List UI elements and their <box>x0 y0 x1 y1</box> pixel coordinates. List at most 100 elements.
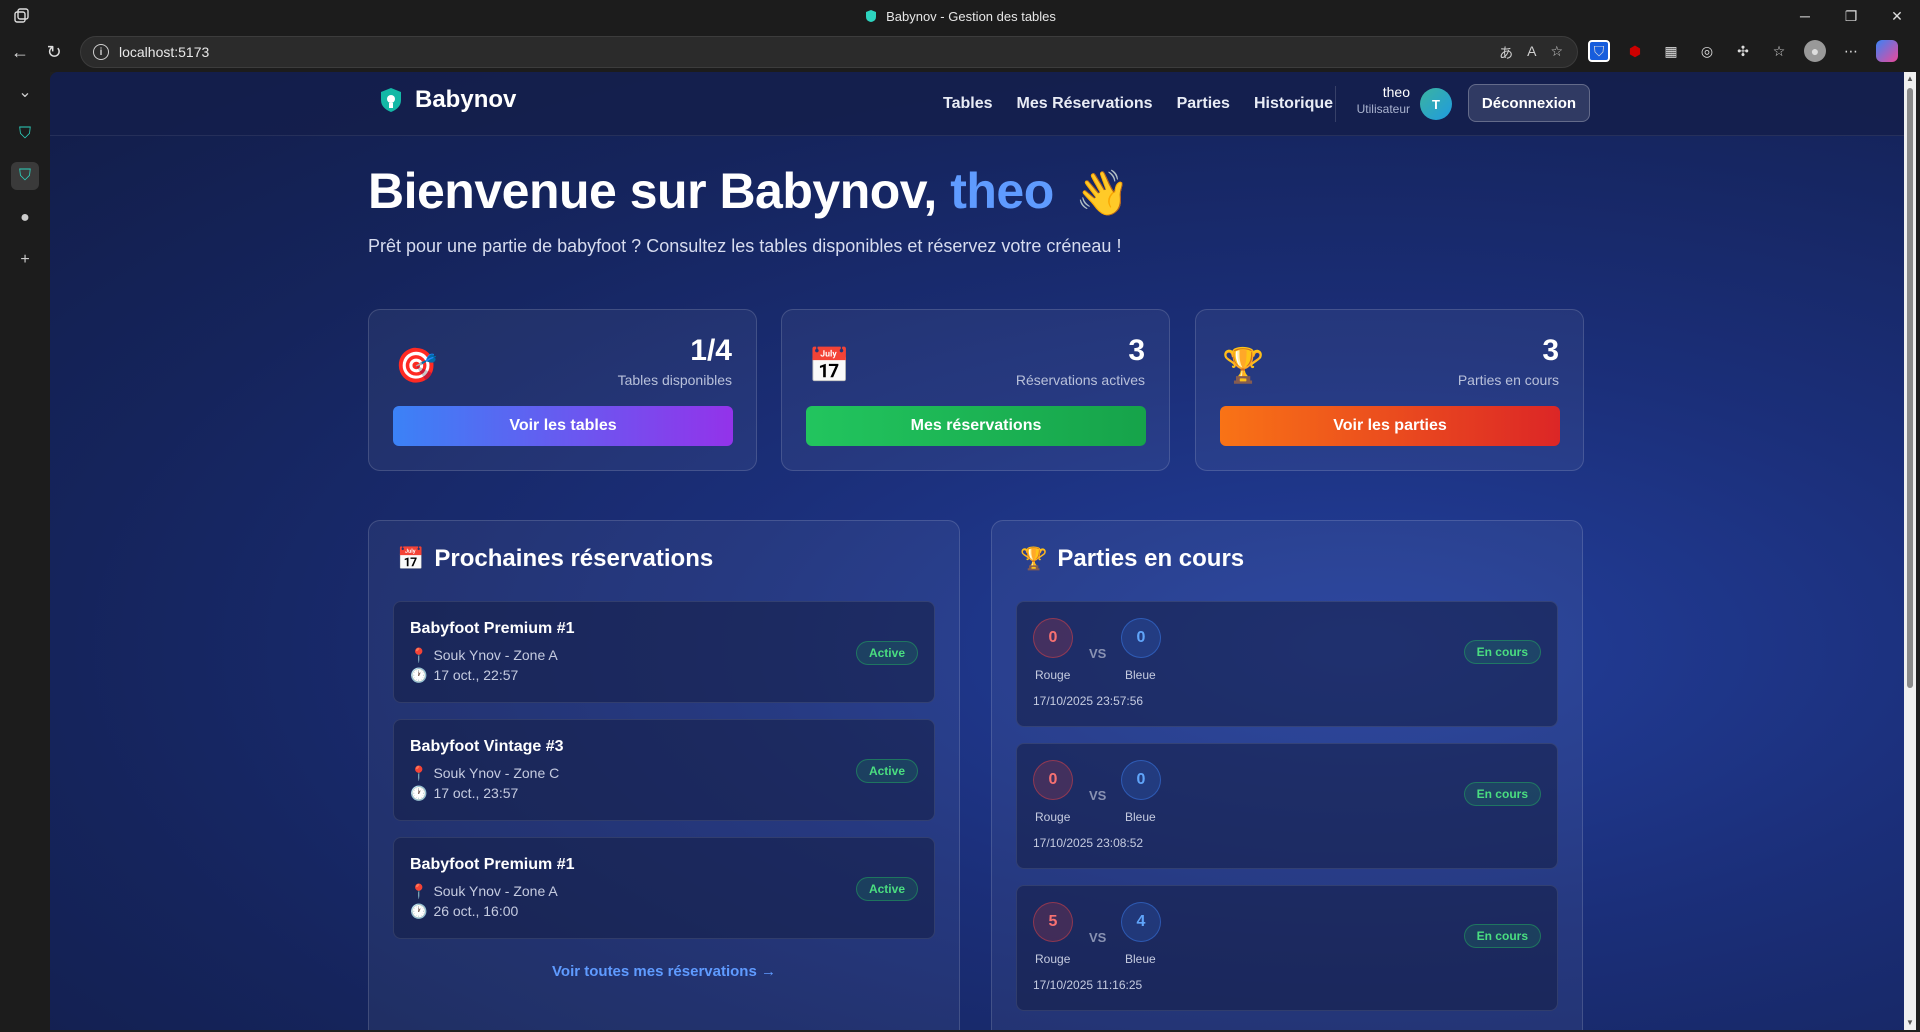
extension-icon[interactable]: ▦ <box>1660 40 1682 62</box>
url-field[interactable]: i localhost:5173 あ A ☆ <box>80 36 1578 68</box>
more-icon[interactable]: ⋯ <box>1840 40 1862 62</box>
status-badge: En cours <box>1463 924 1541 948</box>
view-games-button[interactable]: Voir les parties <box>1220 406 1560 446</box>
blue-team-label: Bleue <box>1125 952 1156 966</box>
back-icon[interactable]: ← <box>2 34 38 70</box>
red-team-label: Rouge <box>1035 668 1071 682</box>
table-name: Babyfoot Premium #1 <box>410 620 575 637</box>
scrollbar-thumb[interactable] <box>1907 88 1913 688</box>
pin-icon: 📍 <box>410 883 428 899</box>
blue-score: 4 <box>1121 902 1161 942</box>
stat-card-reservations: 📅 3 Réservations actives Mes réservation… <box>781 309 1170 471</box>
edge-copilot-icon[interactable] <box>1876 40 1898 62</box>
copilot-icon[interactable]: ◎ <box>1696 40 1718 62</box>
read-aloud-icon[interactable]: A <box>1527 43 1536 63</box>
profile-icon[interactable]: ● <box>1804 40 1826 62</box>
user-name: theo <box>1382 84 1410 100</box>
location-text: Souk Ynov - Zone A <box>433 883 558 899</box>
favorite-star-icon[interactable]: ☆ <box>1550 43 1563 63</box>
list-item[interactable]: Babyfoot Premium #1 📍 Souk Ynov - Zone A … <box>393 837 935 939</box>
list-item[interactable]: Babyfoot Premium #1 📍 Souk Ynov - Zone A … <box>393 601 935 703</box>
nav-divider <box>1335 86 1336 122</box>
ublock-icon[interactable]: ⬢ <box>1624 40 1646 62</box>
user-info: theo Utilisateur <box>1350 84 1410 116</box>
refresh-icon[interactable]: ↻ <box>36 34 72 70</box>
minimize-icon[interactable]: ─ <box>1782 0 1828 32</box>
red-team-label: Rouge <box>1035 810 1071 824</box>
location: 📍 Souk Ynov - Zone A <box>410 647 558 664</box>
status-badge: Active <box>855 641 918 665</box>
see-all-reservations-link[interactable]: Voir toutes mes réservations → <box>369 963 959 980</box>
clock-icon: 🕐 <box>410 785 428 801</box>
workspaces-icon[interactable] <box>12 7 30 25</box>
target-icon: 🎯 <box>395 347 438 385</box>
browser-sidebar: ⌄ ⛉ ⛉ ● + <box>0 72 50 1032</box>
view-tables-button[interactable]: Voir les tables <box>393 406 733 446</box>
list-item[interactable]: Babyfoot Vintage #3 📍 Souk Ynov - Zone C … <box>393 719 935 821</box>
calendar-icon: 📅 <box>808 347 851 385</box>
scroll-down-icon[interactable]: ▼ <box>1904 1016 1916 1030</box>
calendar-icon: 📅 <box>397 546 425 571</box>
github-icon[interactable]: ● <box>11 204 39 232</box>
panel-title: 📅 Prochaines réservations <box>397 545 713 573</box>
nav-parties[interactable]: Parties <box>1177 95 1230 113</box>
red-score: 0 <box>1033 760 1073 800</box>
babynov-favicon-icon <box>866 10 877 22</box>
status-badge: En cours <box>1463 640 1541 664</box>
pin-icon: 📍 <box>410 765 428 781</box>
list-item[interactable]: 5 VS 4 Rouge Bleue 17/10/2025 11:16:25 E… <box>1016 885 1558 1011</box>
site-info-icon[interactable]: i <box>93 44 109 60</box>
collapse-chevron-icon[interactable]: ⌄ <box>11 78 39 106</box>
page-scrollbar[interactable]: ▲ ▼ <box>1904 72 1916 1030</box>
table-name: Babyfoot Premium #1 <box>410 856 575 873</box>
page-subtitle: Prêt pour une partie de babyfoot ? Consu… <box>368 236 1122 256</box>
status-badge: Active <box>855 877 918 901</box>
main-nav: Tables Mes Réservations Parties Historiq… <box>943 72 1333 136</box>
list-item[interactable]: 0 VS 0 Rouge Bleue 17/10/2025 23:57:56 E… <box>1016 601 1558 727</box>
games-panel: 🏆 Parties en cours 0 VS 0 Rouge Bleue 17… <box>991 520 1583 1030</box>
vs-label: VS <box>1089 646 1107 661</box>
stat-label: Parties en cours <box>1457 372 1559 388</box>
extensions-icon[interactable]: ✣ <box>1732 40 1754 62</box>
favorites-icon[interactable]: ☆ <box>1768 40 1790 62</box>
nav-mes-reservations[interactable]: Mes Réservations <box>1017 95 1153 113</box>
close-icon[interactable]: ✕ <box>1874 0 1920 32</box>
stat-card-games: 🏆 3 Parties en cours Voir les parties <box>1195 309 1584 471</box>
nav-historique[interactable]: Historique <box>1254 95 1333 113</box>
time-text: 17 oct., 22:57 <box>433 667 519 683</box>
time: 🕐 26 oct., 16:00 <box>410 903 518 920</box>
location: 📍 Souk Ynov - Zone A <box>410 883 558 900</box>
translate-icon[interactable]: あ <box>1499 43 1513 63</box>
trophy-icon: 🏆 <box>1222 347 1265 385</box>
my-reservations-button[interactable]: Mes réservations <box>806 406 1146 446</box>
stat-label: Tables disponibles <box>617 372 732 388</box>
vs-label: VS <box>1089 788 1107 803</box>
brand[interactable]: Babynov <box>377 86 516 114</box>
list-item[interactable]: 0 VS 0 Rouge Bleue 17/10/2025 23:08:52 E… <box>1016 743 1558 869</box>
avatar[interactable]: T <box>1420 88 1452 120</box>
game-date: 17/10/2025 23:57:56 <box>1033 694 1144 708</box>
new-tab-plus-icon[interactable]: + <box>11 246 39 274</box>
logout-button[interactable]: Déconnexion <box>1468 84 1590 122</box>
blue-score: 0 <box>1121 760 1161 800</box>
game-date: 17/10/2025 23:08:52 <box>1033 836 1144 850</box>
scroll-up-icon[interactable]: ▲ <box>1904 72 1916 86</box>
title-username: theo <box>950 163 1054 219</box>
restore-icon[interactable]: ❐ <box>1828 0 1874 32</box>
nav-tables[interactable]: Tables <box>943 95 993 113</box>
blue-score: 0 <box>1121 618 1161 658</box>
stat-value: 1/4 <box>690 334 732 367</box>
blue-team-label: Bleue <box>1125 810 1156 824</box>
app-navbar: Babynov Tables Mes Réservations Parties … <box>50 72 1916 136</box>
stat-label: Réservations actives <box>1015 372 1145 388</box>
clock-icon: 🕐 <box>410 667 428 683</box>
babynov-tab-icon[interactable]: ⛉ <box>11 120 39 148</box>
time: 🕐 17 oct., 22:57 <box>410 667 518 684</box>
stat-card-tables: 🎯 1/4 Tables disponibles Voir les tables <box>368 309 757 471</box>
reservations-panel: 📅 Prochaines réservations Babyfoot Premi… <box>368 520 960 1030</box>
bitwarden-icon[interactable]: ⛉ <box>1588 40 1610 62</box>
game-date: 17/10/2025 11:16:25 <box>1033 978 1143 992</box>
time-text: 17 oct., 23:57 <box>433 785 519 801</box>
babynov-active-tab-icon[interactable]: ⛉ <box>11 162 39 190</box>
title-prefix: Bienvenue sur Babynov, <box>368 163 951 219</box>
